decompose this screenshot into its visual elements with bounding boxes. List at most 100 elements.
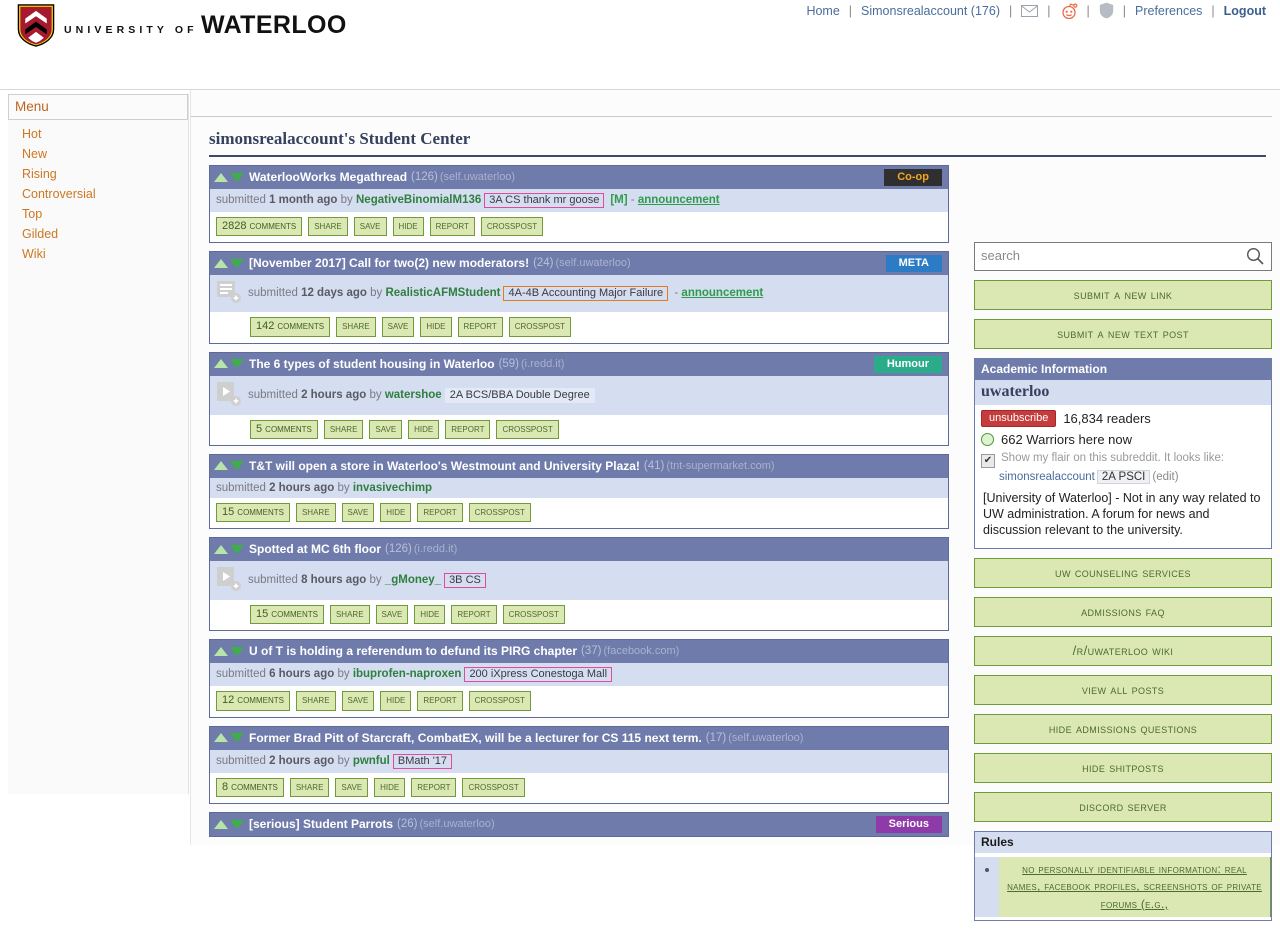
menu-item-wiki[interactable]: Wiki xyxy=(8,244,188,264)
upvote-arrow-icon[interactable] xyxy=(214,646,228,656)
downvote-arrow-icon[interactable] xyxy=(230,172,244,182)
save-button[interactable]: save xyxy=(341,502,375,523)
save-button[interactable]: save xyxy=(369,419,403,439)
upvote-arrow-icon[interactable] xyxy=(214,172,228,182)
comments-button[interactable]: 15 comments xyxy=(250,605,324,625)
save-button[interactable]: save xyxy=(375,605,409,625)
post-title-link[interactable]: T&T will open a store in Waterloo's West… xyxy=(249,459,640,473)
hide-button[interactable]: hide xyxy=(380,502,412,523)
menu-item-new[interactable]: New xyxy=(8,144,188,164)
submit-text-button[interactable]: submit a new text post xyxy=(974,319,1272,349)
waterloo-logo[interactable]: UNIVERSITY OF WATERLOO xyxy=(17,4,347,47)
save-button[interactable]: save xyxy=(353,217,387,237)
save-button[interactable]: save xyxy=(341,691,375,711)
save-button[interactable]: save xyxy=(381,317,415,337)
hide-button[interactable]: hide xyxy=(408,419,440,439)
share-button[interactable]: share xyxy=(336,317,376,337)
comments-button[interactable]: 2828 comments xyxy=(216,217,303,237)
menu-item-rising[interactable]: Rising xyxy=(8,164,188,184)
post-title-link[interactable]: [serious] Student Parrots xyxy=(249,817,393,831)
search-input[interactable] xyxy=(975,243,1237,268)
upvote-arrow-icon[interactable] xyxy=(214,359,228,369)
post-title-link[interactable]: Former Brad Pitt of Starcraft, CombatEX,… xyxy=(249,731,702,745)
hide-button[interactable]: hide xyxy=(392,217,424,237)
nav-logout[interactable]: Logout xyxy=(1224,4,1266,18)
post-title-link[interactable]: [November 2017] Call for two(2) new mode… xyxy=(249,256,529,270)
report-button[interactable]: report xyxy=(411,777,457,798)
sidebar-button[interactable]: /r/uwaterloo Wiki xyxy=(974,636,1272,666)
hide-button[interactable]: hide xyxy=(374,777,406,798)
flair-checkbox[interactable]: ✔ xyxy=(981,454,995,468)
report-button[interactable]: report xyxy=(417,691,463,711)
flair-toggle-row[interactable]: ✔ Show my flair on this subreddit. It lo… xyxy=(981,452,1265,468)
post-author[interactable]: ibuprofen-naproxen xyxy=(353,668,462,680)
report-button[interactable]: report xyxy=(451,605,497,625)
report-button[interactable]: report xyxy=(417,502,463,523)
menu-link-controversial[interactable]: Controversial xyxy=(22,187,96,201)
crosspost-button[interactable]: crosspost xyxy=(502,605,565,625)
menu-link-new[interactable]: New xyxy=(22,147,47,161)
post-title-link[interactable]: WaterlooWorks Megathread xyxy=(249,170,407,184)
menu-link-gilded[interactable]: Gilded xyxy=(22,227,58,241)
post-title-link[interactable]: U of T is holding a referendum to defund… xyxy=(249,644,577,658)
flair-username[interactable]: simonsrealaccount xyxy=(999,471,1095,483)
sidebar-button[interactable]: Hide Admissions Questions xyxy=(974,714,1272,744)
share-button[interactable]: share xyxy=(295,502,336,523)
post-thumbnail[interactable] xyxy=(216,565,242,596)
post-author[interactable]: pwnful xyxy=(353,755,390,767)
crosspost-button[interactable]: crosspost xyxy=(480,217,544,237)
report-button[interactable]: report xyxy=(429,217,475,237)
crosspost-button[interactable]: crosspost xyxy=(508,317,571,337)
subreddit-name[interactable]: uwaterloo xyxy=(975,380,1271,405)
menu-item-top[interactable]: Top xyxy=(8,204,188,224)
crosspost-button[interactable]: crosspost xyxy=(496,419,559,439)
rule-text[interactable]: No Personally Identifiable Information: … xyxy=(999,857,1271,918)
crosspost-button[interactable]: crosspost xyxy=(462,777,525,798)
downvote-arrow-icon[interactable] xyxy=(230,258,244,268)
post-flair-badge[interactable]: Co-op xyxy=(884,169,942,187)
menu-item-controversial[interactable]: Controversial xyxy=(8,184,188,204)
unsubscribe-button[interactable]: unsubscribe xyxy=(981,410,1057,427)
hide-button[interactable]: hide xyxy=(414,605,446,625)
upvote-arrow-icon[interactable] xyxy=(214,733,228,743)
upvote-arrow-icon[interactable] xyxy=(214,819,228,829)
post-link-flair[interactable]: announcement xyxy=(638,194,720,206)
upvote-arrow-icon[interactable] xyxy=(214,544,228,554)
hide-button[interactable]: hide xyxy=(380,691,412,711)
share-button[interactable]: share xyxy=(289,777,330,798)
share-button[interactable]: share xyxy=(308,217,348,237)
share-button[interactable]: share xyxy=(329,605,370,625)
sidebar-button[interactable]: UW Counseling Services xyxy=(974,558,1272,588)
post-title-link[interactable]: Spotted at MC 6th floor xyxy=(249,542,381,556)
crosspost-button[interactable]: crosspost xyxy=(468,502,531,523)
menu-item-hot[interactable]: Hot xyxy=(8,124,188,144)
downvote-arrow-icon[interactable] xyxy=(230,461,244,471)
post-thumbnail[interactable] xyxy=(216,380,242,411)
flair-edit-link[interactable]: (edit) xyxy=(1152,471,1178,483)
post-link-flair[interactable]: announcement xyxy=(681,287,763,299)
menu-link-hot[interactable]: Hot xyxy=(22,127,41,141)
sidebar-button[interactable]: View All Posts xyxy=(974,675,1272,705)
post-flair-badge[interactable]: Serious xyxy=(875,816,942,834)
post-author[interactable]: _gMoney_ xyxy=(385,574,441,586)
post-title-link[interactable]: The 6 types of student housing in Waterl… xyxy=(249,357,495,371)
post-author[interactable]: watershoe xyxy=(385,389,442,401)
mod-shield-icon[interactable] xyxy=(1099,2,1114,19)
post-flair-badge[interactable]: Humour xyxy=(873,355,942,373)
envelope-icon[interactable] xyxy=(1021,4,1039,17)
nav-account[interactable]: Simonsrealaccount (176) xyxy=(861,4,1000,18)
post-author[interactable]: RealisticAFMStudent xyxy=(385,287,500,299)
post-flair-badge[interactable]: META xyxy=(885,255,942,273)
downvote-arrow-icon[interactable] xyxy=(230,359,244,369)
post-author[interactable]: invasivechimp xyxy=(353,482,432,494)
menu-item-gilded[interactable]: Gilded xyxy=(8,224,188,244)
reddit-alien-icon[interactable] xyxy=(1060,2,1078,19)
sidebar-button[interactable]: Discord Server xyxy=(974,792,1272,822)
sidebar-button[interactable]: Admissions FAQ xyxy=(974,597,1272,627)
comments-button[interactable]: 142 comments xyxy=(250,317,331,337)
menu-link-top[interactable]: Top xyxy=(22,207,42,221)
report-button[interactable]: report xyxy=(445,419,491,439)
downvote-arrow-icon[interactable] xyxy=(230,544,244,554)
submit-link-button[interactable]: submit a new link xyxy=(974,280,1272,310)
nav-home[interactable]: Home xyxy=(806,4,839,18)
